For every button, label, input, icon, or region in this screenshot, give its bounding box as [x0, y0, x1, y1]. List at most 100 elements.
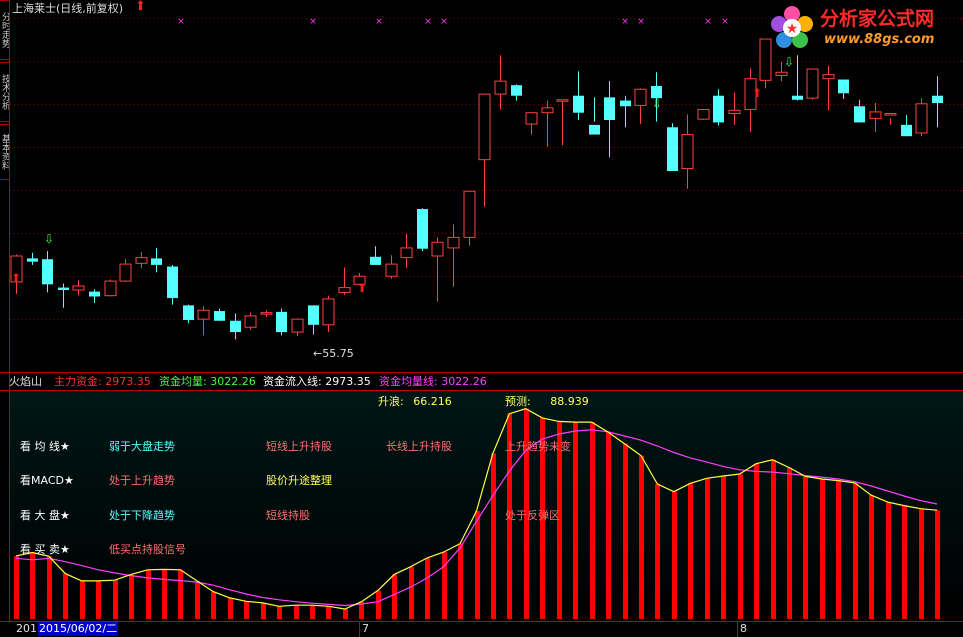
footer-date[interactable]: 2015/06/02/二	[38, 622, 119, 636]
candle-body	[276, 311, 287, 333]
main-force-bar	[919, 508, 924, 619]
candle-body	[822, 74, 835, 80]
predict-readout: 预测: 88.939	[505, 395, 589, 409]
indicator-avg-line: 资金均量线: 3022.26	[379, 375, 487, 389]
footer-tick-8: 8	[740, 622, 747, 635]
candle-body	[901, 124, 912, 137]
candle-body	[681, 134, 694, 170]
main-force-bar	[442, 552, 447, 619]
avg-line-value: 3022.26	[441, 375, 487, 388]
tab-intraday[interactable]: 分时走势	[0, 0, 10, 60]
candle-body	[89, 291, 100, 297]
indicator-main-force: 主力资金: 2973.35	[54, 375, 151, 389]
main-force-bar	[326, 606, 331, 619]
low-price-value: 55.75	[322, 347, 354, 360]
main-force-bar	[623, 443, 628, 619]
legend-market-rebound: 处于反弹区	[505, 509, 560, 522]
buy-arrow-icon: ⬆	[11, 271, 21, 285]
logo-url: www.88gs.com	[824, 32, 935, 47]
chart-title: 上海莱士(日线,前复权)	[12, 2, 124, 15]
sell-arrow-icon: ⇩	[784, 55, 794, 69]
main-force-bar	[195, 580, 200, 619]
main-force-bar	[228, 597, 233, 619]
main-force-bar	[705, 478, 710, 619]
candle-body	[119, 263, 132, 282]
tab-fundamentals[interactable]: 基本资料	[0, 124, 10, 180]
inflow-line-label: 资金流入线:	[263, 375, 322, 388]
candle-body	[322, 298, 335, 326]
legend-market-title: 看 大 盘★	[20, 509, 70, 522]
main-force-bar	[820, 479, 825, 619]
legend-ma-short-up: 短线上升持股	[266, 440, 332, 453]
sell-arrow-icon: ⇩	[652, 97, 662, 111]
main-force-bar	[96, 580, 101, 619]
candle-body	[541, 107, 554, 114]
candle-body	[400, 247, 413, 259]
main-force-bar	[409, 566, 414, 619]
main-force-bar	[491, 453, 496, 619]
legend-macd-title: 看MACD★	[20, 474, 74, 487]
legend-trade-title: 看 买 卖★	[20, 543, 70, 556]
candle-body	[214, 311, 225, 321]
main-force-bar	[853, 482, 858, 619]
main-force-bar	[754, 463, 759, 619]
main-force-bar	[261, 602, 266, 619]
main-force-bar	[475, 510, 480, 619]
candle-body	[806, 68, 819, 99]
main-force-bar	[573, 422, 578, 619]
candle-body	[104, 280, 117, 297]
main-force-bar	[606, 432, 611, 619]
main-force-bar	[310, 605, 315, 619]
candle-body	[511, 85, 522, 96]
rise-wave-value: 66.216	[413, 395, 452, 408]
signal-x-mark: ×	[704, 17, 712, 27]
candle-body	[792, 95, 803, 100]
main-force-bar	[787, 467, 792, 619]
candle-body	[431, 241, 444, 257]
main-force-bar	[458, 543, 463, 619]
chart-stage: × × × × × × × × × ⬆ ⬆ ⬆ ⇩ ⇩ ⇩ 分时走势 技术分析 基本资料 上海莱士(日线,前…	[0, 0, 963, 637]
signal-x-mark: ×	[637, 17, 645, 27]
main-force-bar	[639, 455, 644, 619]
main-force-bar	[672, 491, 677, 619]
tab-technical[interactable]: 技术分析	[0, 62, 10, 122]
candle-body	[27, 258, 38, 262]
candle-body	[620, 100, 631, 107]
fund-avg-label: 资金均量:	[159, 375, 207, 388]
main-force-bar	[425, 557, 430, 619]
candle-body	[775, 71, 788, 76]
avg-line-label: 资金均量线:	[379, 375, 438, 388]
candle-body	[573, 95, 584, 113]
main-force-bar	[162, 569, 167, 619]
main-force-bar	[886, 502, 891, 619]
candle-body	[167, 266, 178, 299]
main-force-bar	[771, 459, 776, 619]
candle-body	[838, 79, 849, 94]
candle-body	[728, 109, 741, 115]
candle-body	[884, 113, 897, 116]
main-force-bar	[803, 476, 808, 619]
candle-body	[854, 106, 865, 123]
main-force-bar	[721, 475, 726, 619]
main-force-bar	[376, 590, 381, 619]
legend-market-short-hold: 短线持股	[266, 509, 310, 522]
main-force-bar	[63, 573, 68, 619]
candle-body	[72, 285, 85, 291]
inflow-line-value: 2973.35	[325, 375, 371, 388]
candle-body	[525, 112, 538, 125]
legend-market-downtrend: 处于下降趋势	[109, 509, 175, 522]
predict-label: 预测:	[505, 395, 531, 408]
main-force-bar	[14, 555, 19, 619]
legend-ma-trend-unchanged: 上升趋势未变	[505, 440, 571, 453]
signal-x-mark: ×	[440, 17, 448, 27]
main-force-bar	[277, 606, 282, 619]
rise-wave-label: 升浪:	[378, 395, 404, 408]
fund-avg-value: 3022.26	[210, 375, 256, 388]
main-force-bar	[129, 574, 134, 619]
main-force-bar	[244, 601, 249, 619]
main-force-value: 2973.35	[105, 375, 151, 388]
flower-logo-icon: ★	[771, 6, 813, 48]
signal-x-mark: ×	[375, 17, 383, 27]
candle-body	[308, 305, 319, 325]
candle-body	[338, 287, 351, 293]
